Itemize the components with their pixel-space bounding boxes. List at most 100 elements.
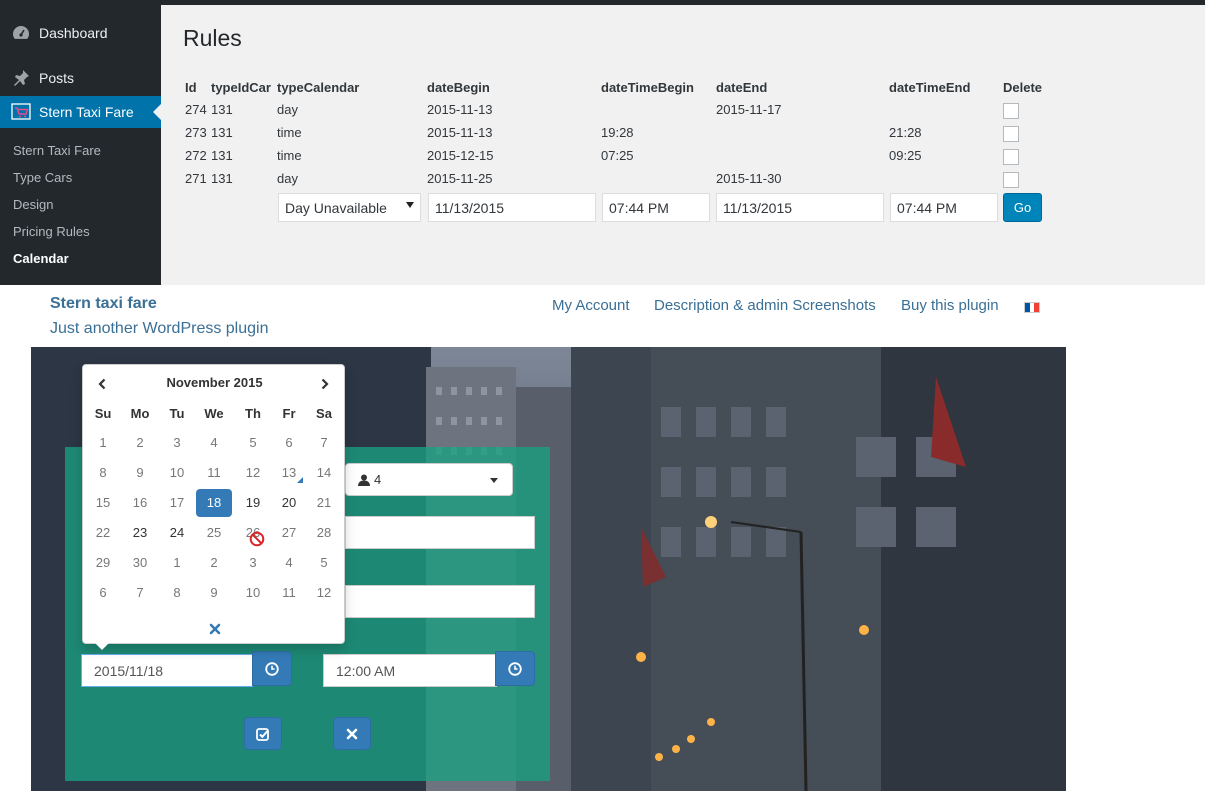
calendar-day[interactable]: 4 xyxy=(271,549,307,577)
calendar-day[interactable]: 4 xyxy=(196,429,232,457)
calendar-day[interactable]: 27 xyxy=(271,519,307,547)
submenu-stern-taxi-fare[interactable]: Stern Taxi Fare xyxy=(13,143,101,158)
cell-id: 273 xyxy=(185,125,207,140)
cell-typecalendar: day xyxy=(277,102,298,117)
calendar-day[interactable]: 6 xyxy=(85,579,121,607)
cell-typecalendar: day xyxy=(277,171,298,186)
calendar-day[interactable]: 18 xyxy=(196,489,232,517)
calendar-day[interactable]: 15 xyxy=(85,489,121,517)
calendar-day[interactable]: 1 xyxy=(85,429,121,457)
check-square-icon xyxy=(256,727,270,741)
calendar-day[interactable]: 9 xyxy=(196,579,232,607)
calendar-day[interactable]: 9 xyxy=(122,459,158,487)
calendar-day[interactable]: 25 xyxy=(196,519,232,547)
calendar-day[interactable]: 24 xyxy=(159,519,195,547)
month-label[interactable]: November 2015 xyxy=(83,375,346,390)
french-flag-icon[interactable] xyxy=(1024,302,1040,313)
date-input[interactable]: 2015/11/18 xyxy=(81,654,253,687)
cell-dateend: 2015-11-30 xyxy=(716,171,782,186)
cell-typeidcar: 131 xyxy=(211,125,233,140)
calendar-day[interactable]: 2 xyxy=(196,549,232,577)
pin-icon xyxy=(11,68,31,88)
cell-typeidcar: 131 xyxy=(211,148,233,163)
submenu-pricing-rules[interactable]: Pricing Rules xyxy=(13,224,90,239)
calendar-day[interactable]: 19 xyxy=(235,489,271,517)
site-title[interactable]: Stern taxi fare xyxy=(50,295,157,313)
calendar-day[interactable]: 7 xyxy=(122,579,158,607)
sidebar-item-posts[interactable]: Posts xyxy=(0,62,161,94)
dashboard-icon xyxy=(11,23,31,43)
calendar-day[interactable]: 7 xyxy=(306,429,342,457)
type-calendar-select[interactable]: Day Unavailable xyxy=(278,193,421,222)
submenu-design[interactable]: Design xyxy=(13,197,53,212)
calendar-day[interactable]: 5 xyxy=(235,429,271,457)
submenu-calendar[interactable]: Calendar xyxy=(13,251,69,266)
passengers-select[interactable]: 4 xyxy=(345,463,513,496)
time-end-input[interactable]: 07:44 PM xyxy=(890,193,998,222)
cell-datebegin: 2015-11-13 xyxy=(427,125,493,140)
go-button[interactable]: Go xyxy=(1003,193,1042,222)
unavailable-icon xyxy=(249,531,265,547)
address-from-input[interactable] xyxy=(345,516,535,549)
delete-checkbox[interactable] xyxy=(1003,149,1019,165)
select-value: Day Unavailable xyxy=(285,199,387,216)
calendar-day[interactable]: 20 xyxy=(271,489,307,517)
date-begin-input[interactable]: 11/13/2015 xyxy=(428,193,596,222)
weekday-header: Sa xyxy=(316,406,332,421)
calendar-day[interactable]: 29 xyxy=(85,549,121,577)
calendar-day[interactable]: 3 xyxy=(235,549,271,577)
column-header-id: Id xyxy=(185,80,197,95)
column-header-datetimebegin: dateTimeBegin xyxy=(601,80,694,95)
calendar-day[interactable]: 13 xyxy=(271,459,307,487)
calendar-day[interactable]: 12 xyxy=(235,459,271,487)
nav-description-admin-screenshots[interactable]: Description & admin Screenshots xyxy=(654,297,876,314)
clock-icon xyxy=(265,661,279,676)
calendar-day[interactable]: 10 xyxy=(235,579,271,607)
nav-buy-this-plugin[interactable]: Buy this plugin xyxy=(901,297,999,314)
calendar-day[interactable]: 23 xyxy=(122,519,158,547)
calendar-day[interactable]: 11 xyxy=(196,459,232,487)
time-picker-button[interactable] xyxy=(495,651,535,686)
calendar-day[interactable]: 22 xyxy=(85,519,121,547)
cell-datetimebegin: 19:28 xyxy=(601,125,634,140)
calendar-day[interactable]: 30 xyxy=(122,549,158,577)
address-to-input[interactable] xyxy=(345,585,535,618)
calendar-day[interactable]: 6 xyxy=(271,429,307,457)
time-input[interactable]: 12:00 AM xyxy=(323,654,497,687)
sidebar-item-stern-taxi-fare[interactable]: Stern Taxi Fare xyxy=(0,96,161,128)
calendar-day[interactable]: 28 xyxy=(306,519,342,547)
time-begin-input[interactable]: 07:44 PM xyxy=(602,193,710,222)
calendar-day[interactable]: 1 xyxy=(159,549,195,577)
date-picker-button[interactable] xyxy=(252,651,292,686)
sidebar-item-dashboard[interactable]: Dashboard xyxy=(0,17,161,49)
submenu-type-cars[interactable]: Type Cars xyxy=(13,170,72,185)
next-month-button[interactable] xyxy=(315,375,335,393)
calendar-day[interactable]: 8 xyxy=(85,459,121,487)
calendar-day[interactable]: 16 xyxy=(122,489,158,517)
calendar-day[interactable]: 12 xyxy=(306,579,342,607)
calendar-day[interactable]: 2 xyxy=(122,429,158,457)
delete-checkbox[interactable] xyxy=(1003,172,1019,188)
caret-down-icon xyxy=(490,478,498,483)
column-header-delete: Delete xyxy=(1003,80,1043,95)
dropdown-arrow-icon xyxy=(406,202,414,208)
delete-checkbox[interactable] xyxy=(1003,103,1019,119)
nav-my-account[interactable]: My Account xyxy=(552,297,630,314)
confirm-button[interactable] xyxy=(244,717,282,750)
close-picker-button[interactable] xyxy=(207,621,223,637)
calendar-day[interactable]: 17 xyxy=(159,489,195,517)
calendar-day[interactable]: 11 xyxy=(271,579,307,607)
flag-stripe-red xyxy=(1034,303,1040,312)
calendar-day[interactable]: 8 xyxy=(159,579,195,607)
cell-datebegin: 2015-12-15 xyxy=(427,148,494,163)
close-icon xyxy=(346,728,358,740)
calendar-day[interactable]: 14 xyxy=(306,459,342,487)
delete-checkbox[interactable] xyxy=(1003,126,1019,142)
calendar-day[interactable]: 5 xyxy=(306,549,342,577)
cancel-button[interactable] xyxy=(333,717,371,750)
calendar-day[interactable]: 10 xyxy=(159,459,195,487)
cell-typeidcar: 131 xyxy=(211,171,233,186)
date-end-input[interactable]: 11/13/2015 xyxy=(716,193,884,222)
calendar-day[interactable]: 3 xyxy=(159,429,195,457)
calendar-day[interactable]: 21 xyxy=(306,489,342,517)
